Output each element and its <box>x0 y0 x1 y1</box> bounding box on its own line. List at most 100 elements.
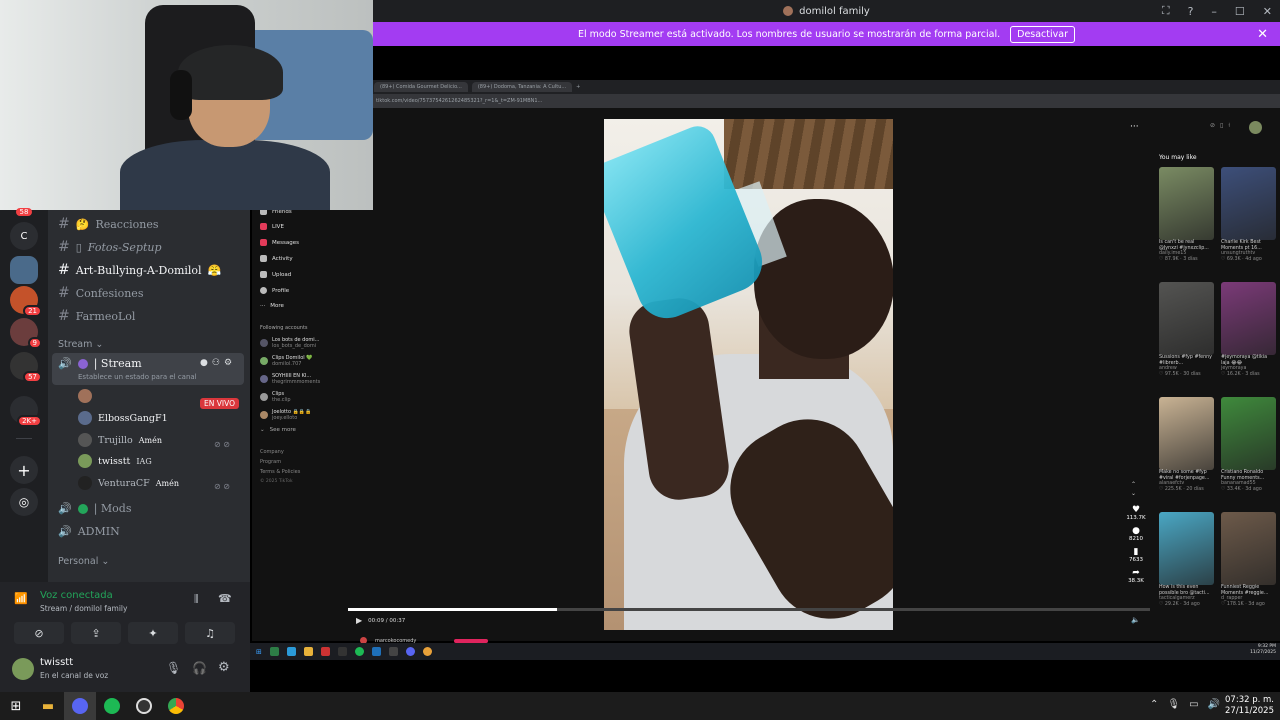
nav-profile[interactable]: Profile <box>260 287 289 294</box>
channel-art-bullying[interactable]: # Art-Bullying-A-Domilol 😤 <box>58 262 221 278</box>
help-icon[interactable]: ? <box>1188 5 1194 18</box>
network-icon[interactable]: ▭ <box>1189 699 1198 710</box>
nav-live[interactable]: LIVE <box>260 223 284 230</box>
server-icon[interactable]: C <box>10 222 38 250</box>
following-account[interactable]: Joelotto 🔒🔒🔒 joey.elloto <box>260 409 311 421</box>
toggle-icon[interactable]: ⊘ <box>1210 122 1215 130</box>
spotify-icon[interactable] <box>96 692 128 720</box>
deactivate-button[interactable]: Desactivar <box>1010 25 1075 43</box>
chevron-up-icon[interactable]: ⌃ <box>1150 699 1158 710</box>
mobile-icon[interactable]: ▯ <box>1220 122 1223 130</box>
invite-icon[interactable]: ⚇ <box>212 358 220 368</box>
nav-activity[interactable]: Activity <box>260 255 293 262</box>
disconnect-icon[interactable]: ☎ <box>218 592 232 605</box>
discord-icon[interactable] <box>64 692 96 720</box>
category-stream[interactable]: Stream ⌄ <box>58 339 103 350</box>
browser-tab[interactable]: (89+) Comida Gourmet Delicio... <box>374 82 468 92</box>
obs-icon[interactable] <box>128 692 160 720</box>
screen-share-button[interactable]: ⇪ <box>71 622 121 644</box>
voice-user[interactable]: twisstt IAG <box>78 454 152 468</box>
server-icon[interactable]: 57 <box>10 352 42 383</box>
feed-nav[interactable]: ⌃ ⌄ <box>1131 480 1136 498</box>
volume-tray-icon[interactable]: 🔊 <box>1208 699 1220 710</box>
voice-status[interactable]: Voz conectada <box>40 590 113 601</box>
recommended-video[interactable]: Sussions #fyp #fenny #librerb... andrew ♡ … <box>1159 282 1214 377</box>
following-account[interactable]: Los bots de domi... los_bots_de_domi <box>260 337 319 349</box>
soundboard-button[interactable]: ♫ <box>185 622 235 644</box>
video-player[interactable] <box>604 119 893 630</box>
inbox-icon[interactable]: ⛶ <box>1162 4 1170 18</box>
following-account[interactable]: SOYHIIII EN KI... thegrimmmoments <box>260 373 320 385</box>
recommended-video[interactable]: Cristiano Ronaldo Funny moments... banana… <box>1221 397 1276 492</box>
server-icon[interactable]: 9 <box>10 318 42 349</box>
following-account[interactable]: Clips Domilol 💚 domilol.707 <box>260 355 312 367</box>
recommended-video[interactable]: Charlie Kirk Best Moments pt 16... unsung… <box>1221 167 1276 262</box>
footer-link[interactable]: Program <box>260 459 281 465</box>
category-personal[interactable]: Personal ⌄ <box>58 556 109 567</box>
pin-icon[interactable]: ⍿ <box>1228 122 1230 130</box>
nav-messages[interactable]: Messages <box>260 239 299 246</box>
recommended-video[interactable]: Funniest Reggie Moments #reggie... d_rapp… <box>1221 512 1276 607</box>
channel-reacciones[interactable]: # 🤔 Reacciones <box>58 216 159 232</box>
start-button[interactable]: ⊞ <box>0 692 32 720</box>
video-menu-icon[interactable]: ··· <box>1130 122 1139 132</box>
voice-channel-admin[interactable]: 🔊 ADMIN <box>58 525 120 538</box>
maximize-button[interactable]: ☐ <box>1235 5 1245 18</box>
channel-status[interactable]: Establece un estado para el canal <box>78 373 197 381</box>
voice-activity-icon[interactable]: ⫼ <box>194 594 199 605</box>
browser-address-bar[interactable]: tiktok.com/video/7573754261262485321?_r=… <box>370 94 1280 108</box>
nav-more[interactable]: ··· More <box>260 303 284 309</box>
play-icon[interactable]: ▶ <box>356 616 362 625</box>
voice-user[interactable]: ElbossGangF1 <box>78 411 168 425</box>
channel-confesiones[interactable]: # Confesiones <box>58 285 143 301</box>
avatar[interactable] <box>1249 121 1262 134</box>
minimize-button[interactable]: – <box>1211 5 1217 18</box>
headphones-icon[interactable]: 🎧 <box>192 661 207 675</box>
server-icon[interactable]: 2K+ <box>10 396 42 427</box>
close-button[interactable]: ✕ <box>1263 5 1272 18</box>
like-button[interactable]: ♥ 113.7K <box>1124 505 1148 521</box>
comment-button[interactable]: ● 8210 <box>1124 526 1148 542</box>
channel-farmeolol[interactable]: # FarmeoLol <box>58 308 135 324</box>
recommended-video[interactable]: Make no some #fyp #viral #forjenpage... a… <box>1159 397 1214 492</box>
save-button[interactable]: ▮ 7633 <box>1124 547 1148 563</box>
voice-channel-mods[interactable]: 🔊 | Mods <box>58 502 131 515</box>
voice-user-streamer[interactable] <box>78 389 92 403</box>
nav-upload[interactable]: Upload <box>260 271 291 278</box>
footer-link[interactable]: Terms & Policies <box>260 469 300 475</box>
chat-icon[interactable]: ● <box>200 358 208 368</box>
camera-off-button[interactable]: ⊘ <box>14 622 64 644</box>
username[interactable]: twisstt <box>40 657 73 668</box>
following-account[interactable]: Clips the.clip <box>260 391 291 403</box>
channel-fotos[interactable]: # ▯ Fotos-Septup <box>58 239 162 255</box>
gear-icon[interactable]: ⚙ <box>224 358 232 368</box>
chrome-icon[interactable] <box>160 692 192 720</box>
recommended-video[interactable]: #jeymoraya @tikia laja 😂😂 jeymoraya ♡ 16.2… <box>1221 282 1276 377</box>
recommended-video[interactable]: How is this even possible bro @tacti... t… <box>1159 512 1214 607</box>
avatar[interactable] <box>12 658 34 680</box>
microphone-icon[interactable]: 🎙 <box>166 661 181 675</box>
recommended-video[interactable]: Is can't be real @Jynxzi #jynxzclip... da… <box>1159 167 1214 262</box>
file-explorer-icon[interactable]: ▬ <box>32 692 64 720</box>
footer-link[interactable]: Company <box>260 449 284 455</box>
add-server-icon[interactable]: + <box>10 456 38 484</box>
server-icon[interactable]: 21 <box>10 286 42 317</box>
browser-tab[interactable]: (89+) Dodoma, Tanzania: A Cultu... <box>471 82 573 92</box>
voice-location[interactable]: Stream / domilol family <box>40 604 127 613</box>
settings-gear-icon[interactable]: ⚙ <box>218 660 230 675</box>
follow-button[interactable] <box>454 638 489 643</box>
upload-icon <box>260 271 267 278</box>
share-button[interactable]: ➦ 38.3K <box>1124 568 1148 584</box>
activities-button[interactable]: ✦ <box>128 622 178 644</box>
voice-user[interactable]: VenturaCF Amén <box>78 476 179 490</box>
voice-user[interactable]: Trujillo Amén <box>78 433 162 447</box>
volume-icon[interactable]: 🔈 <box>1131 616 1140 624</box>
microphone-tray-icon[interactable]: 🎙 <box>1167 699 1180 710</box>
see-more-link[interactable]: ⌄ See more <box>260 427 296 433</box>
explore-icon[interactable]: ◎ <box>10 488 38 516</box>
server-icon[interactable] <box>10 256 38 284</box>
system-clock[interactable]: 07:32 p. m. 27/11/2025 <box>1225 695 1274 717</box>
video-progress-bar[interactable] <box>348 608 1150 611</box>
new-tab-icon[interactable]: + <box>576 84 580 90</box>
close-icon[interactable]: ✕ <box>1257 27 1268 42</box>
